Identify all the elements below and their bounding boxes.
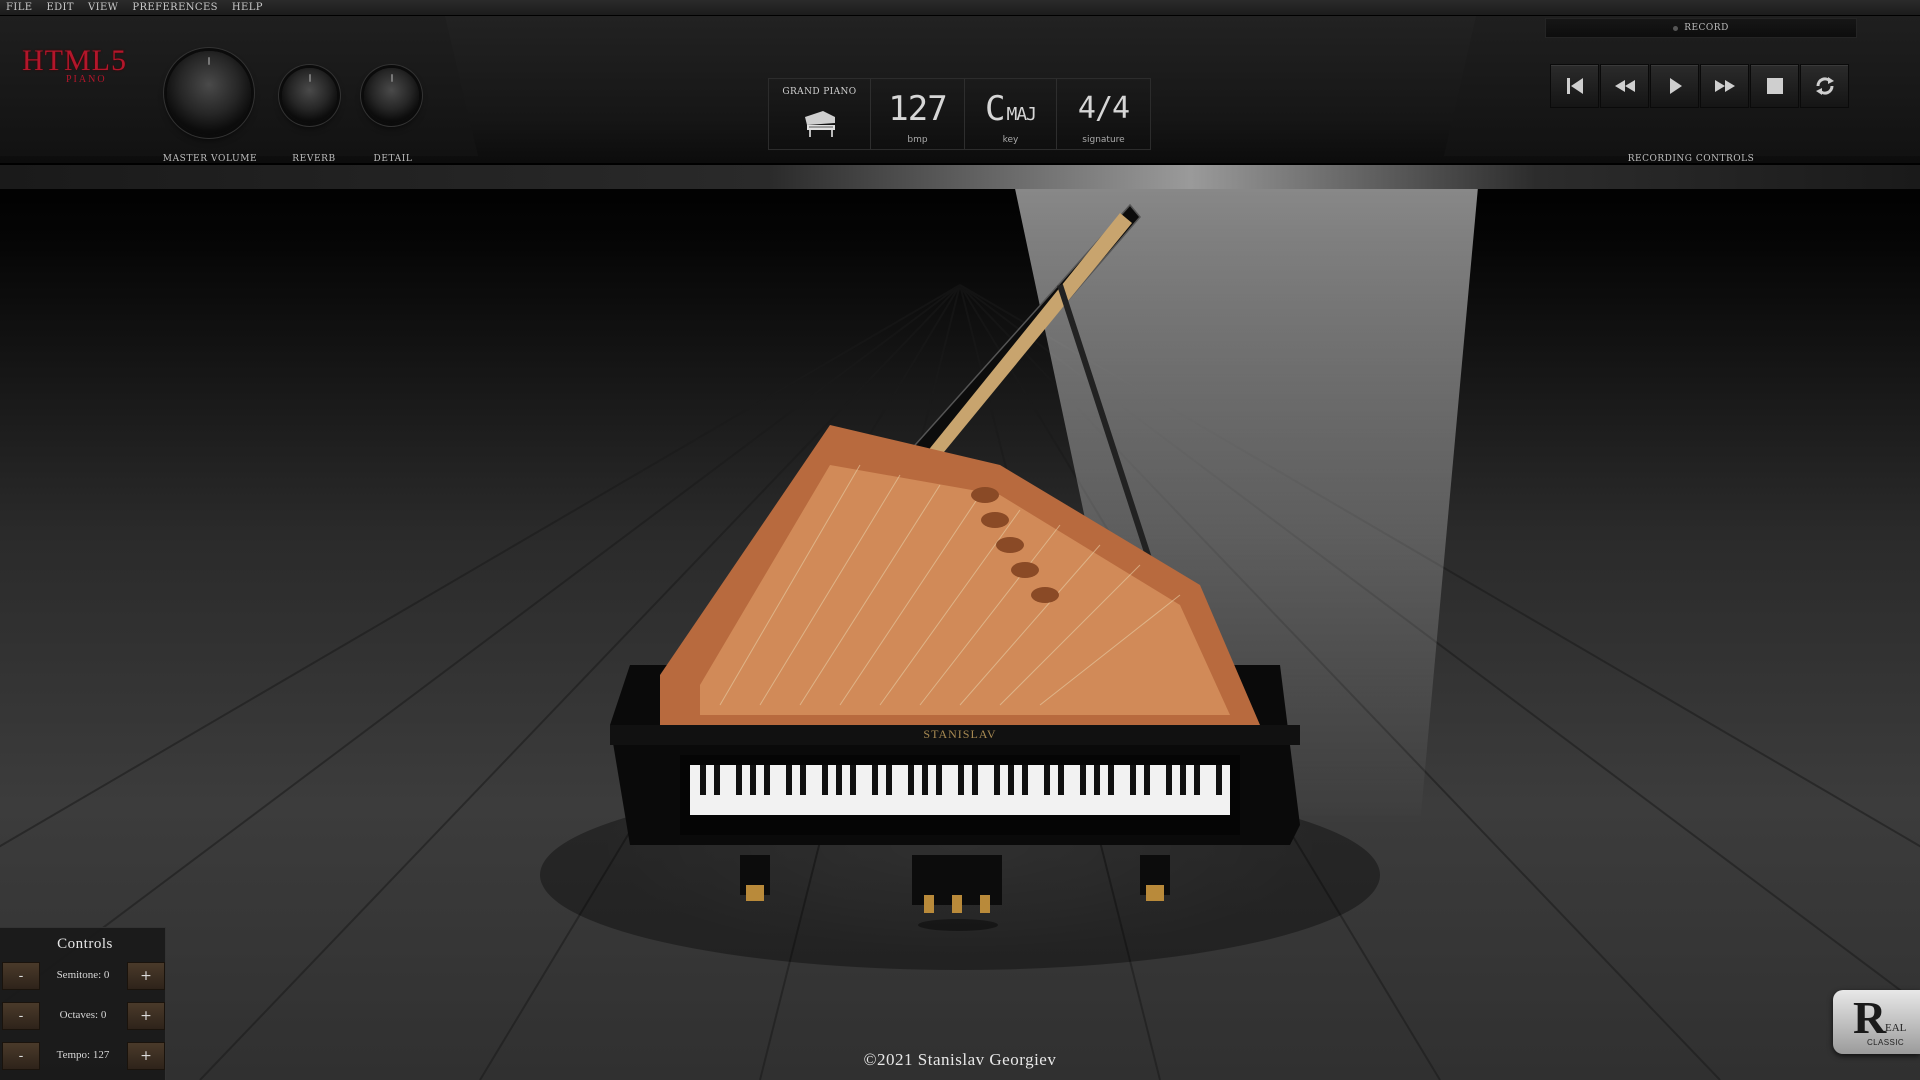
play-icon	[1669, 78, 1682, 94]
controls-title: Controls	[57, 936, 113, 952]
semitone-decrease-button[interactable]: -	[2, 962, 40, 990]
copyright-text: ©2021 Stanislav Georgiev	[863, 1050, 1057, 1069]
menu-file[interactable]: FILE	[6, 2, 32, 13]
octaves-increase-button[interactable]: +	[127, 1002, 165, 1030]
octaves-label: Octaves: 0	[59, 1009, 107, 1021]
real-classic-badge[interactable]: R EAL CLASSIC	[1833, 990, 1920, 1054]
bpm-value: 127	[888, 89, 947, 129]
fast-forward-icon	[1714, 80, 1735, 92]
signature-display: 4/4 signature	[1057, 79, 1150, 149]
key-label: key	[1002, 135, 1019, 145]
stage-floor	[0, 165, 1920, 1080]
menu-edit[interactable]: EDIT	[46, 2, 74, 13]
recording-controls-label: RECORDING CONTROLS	[1627, 154, 1755, 164]
menu-view[interactable]: VIEW	[88, 2, 118, 13]
loop-button[interactable]	[1800, 64, 1849, 108]
master-volume-label: MASTER VOLUME	[162, 154, 258, 164]
tempo-decrease-button[interactable]: -	[2, 1042, 40, 1070]
stop-button[interactable]	[1750, 64, 1799, 108]
key-display: C MAJ key	[965, 79, 1057, 149]
record-label: RECORD	[1684, 23, 1729, 33]
instrument-name: GRAND PIANO	[782, 87, 857, 97]
key-value: C MAJ	[965, 89, 1056, 135]
signature-label: signature	[1082, 135, 1125, 145]
reverb-knob[interactable]	[282, 68, 337, 123]
bpm-display: 127 bmp	[871, 79, 965, 149]
app-logo: HTML5 PIANO	[22, 46, 132, 94]
lcd-display: GRAND PIANO 127 bmp C MAJ key 4/4 signatu…	[768, 78, 1151, 150]
key-note: C	[985, 89, 1006, 129]
instrument-selector[interactable]: GRAND PIANO	[769, 79, 871, 149]
record-dot-icon	[1673, 25, 1679, 31]
badge-letter: R	[1853, 992, 1887, 1043]
semitone-label: Semitone: 0	[56, 969, 110, 981]
logo-main: HTML5	[22, 44, 127, 77]
fast-forward-button[interactable]	[1700, 64, 1749, 108]
stage: STANISLAV	[0, 165, 1920, 1080]
rewind-icon	[1614, 80, 1635, 92]
rewind-button[interactable]	[1600, 64, 1649, 108]
tempo-increase-button[interactable]: +	[127, 1042, 165, 1070]
loop-icon	[1815, 77, 1834, 95]
grand-piano-icon	[805, 111, 835, 137]
octaves-row: - Octaves: 0 +	[0, 1002, 166, 1030]
menu-bar: FILE EDIT VIEW PREFERENCES HELP	[0, 0, 1920, 16]
logo-sub: PIANO	[66, 74, 107, 85]
signature-value: 4/4	[1077, 91, 1130, 126]
tempo-row: - Tempo: 127 +	[0, 1042, 166, 1070]
record-button[interactable]: RECORD	[1545, 18, 1857, 38]
transport-controls	[1550, 64, 1850, 108]
tempo-label: Tempo: 127	[56, 1049, 110, 1061]
badge-rest: EAL	[1885, 1022, 1907, 1034]
octaves-decrease-button[interactable]: -	[2, 1002, 40, 1030]
reverb-label: REVERB	[292, 154, 336, 164]
stage-light-bar	[0, 165, 1920, 189]
master-volume-knob[interactable]	[167, 51, 251, 135]
stop-icon	[1766, 78, 1783, 94]
detail-label: DETAIL	[373, 154, 413, 164]
skip-to-start-icon	[1566, 78, 1583, 94]
piano-brand-label: STANISLAV	[923, 727, 997, 741]
key-mode: MAJ	[1006, 104, 1036, 125]
controls-panel: Controls - Semitone: 0 + - Octaves: 0 + …	[0, 927, 166, 1080]
badge-sub: CLASSIC	[1867, 1038, 1905, 1047]
bpm-label: bmp	[907, 135, 928, 145]
top-panel: HTML5 PIANO MASTER VOLUME REVERB DETAIL …	[0, 16, 1920, 164]
skip-to-start-button[interactable]	[1550, 64, 1599, 108]
menu-help[interactable]: HELP	[232, 2, 263, 13]
play-button[interactable]	[1650, 64, 1699, 108]
semitone-row: - Semitone: 0 +	[0, 962, 166, 990]
menu-preferences[interactable]: PREFERENCES	[132, 2, 218, 13]
detail-knob[interactable]	[364, 68, 419, 123]
semitone-increase-button[interactable]: +	[127, 962, 165, 990]
